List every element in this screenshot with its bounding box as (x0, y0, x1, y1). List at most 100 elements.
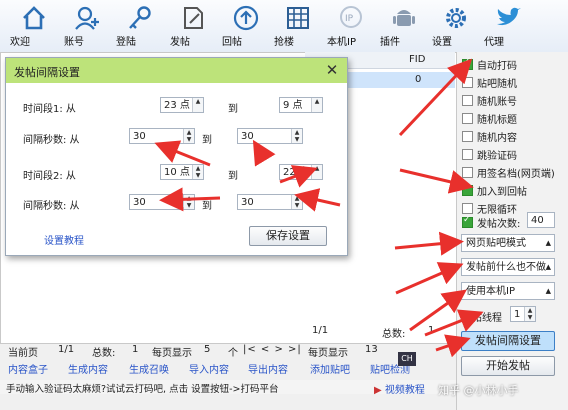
post-interval-settings-button[interactable]: 发帖间隔设置 (461, 331, 555, 351)
play-icon: ▶ (374, 385, 382, 396)
checkbox-random-forum[interactable]: 贴吧随机 (462, 75, 517, 91)
bird-icon (497, 7, 521, 26)
list-total-label: 总数: (382, 329, 406, 340)
watermark: 知乎 @小林小手 (438, 384, 519, 397)
checkbox-skip-captcha[interactable]: 跳验证码 (462, 147, 517, 163)
ip-pin-icon: IP (340, 6, 362, 28)
dialog-title: 发帖间隔设置 (14, 66, 80, 79)
toolbar: 欢迎 账号 登陆 发帖 回帖 抢楼 IP 本机IP 插件 设置 代理 (0, 0, 568, 53)
spinner-icon[interactable]: ▲ ▼ (291, 195, 302, 209)
checkbox-icon[interactable] (462, 183, 473, 196)
checkbox-icon[interactable] (462, 215, 473, 228)
toolbar-reply-button[interactable]: 回帖 (222, 0, 270, 52)
video-tutorial-link[interactable]: ▶ 视频教程 (374, 381, 425, 396)
toolbar-grab-floor-button[interactable]: 抢楼 (274, 0, 322, 52)
period2-to-input[interactable]: 22 点 ▲ (279, 164, 323, 180)
interval2-from-input[interactable]: 30 ▲ ▼ (129, 194, 195, 210)
bottom-tabs: 内容盒子 生成内容 生成召唤 导入内容 导出内容 添加贴吧 贴吧检测 (0, 359, 456, 376)
save-settings-button[interactable]: 保存设置 (249, 226, 327, 246)
threads-input[interactable]: 1 ▲ ▼ (510, 306, 536, 322)
interval2-label: 间隔秒数: 从 (23, 201, 80, 212)
gear-icon (446, 8, 466, 28)
interval1-label: 间隔秒数: 从 (23, 135, 80, 146)
checkbox-auto-captcha[interactable]: 自动打码 (462, 57, 517, 73)
period1-to-label: 到 (228, 104, 238, 115)
spinner-icon[interactable]: ▲ (311, 165, 322, 179)
list-total: 1 (428, 325, 435, 336)
tutorial-link[interactable]: 设置教程 (44, 232, 84, 247)
android-icon (393, 10, 415, 26)
interval1-to-label: 到 (202, 135, 212, 146)
total-label: 总数: (92, 348, 116, 359)
spinner-icon[interactable]: ▲ (311, 98, 322, 112)
per-page-label-2: 每页显示 (308, 348, 348, 359)
toolbar-settings-button[interactable]: 设置 (432, 0, 480, 52)
interval2-to-input[interactable]: 30 ▲ ▼ (237, 194, 303, 210)
period2-from-input[interactable]: 10 点 ▲ ▼ (160, 164, 204, 180)
toolbar-proxy-button[interactable]: 代理 (484, 0, 532, 52)
checkbox-icon[interactable] (462, 149, 473, 160)
spinner-icon[interactable]: ▲ (192, 98, 203, 112)
tab-content-box[interactable]: 内容盒子 (8, 361, 48, 376)
checkbox-use-signature[interactable]: 用签名档(网页端) (462, 165, 555, 181)
checkbox-icon[interactable] (462, 131, 473, 142)
tab-add-forum[interactable]: 添加贴吧 (310, 361, 350, 376)
period1-from-input[interactable]: 23 点 ▲ (160, 97, 204, 113)
page-nav-buttons[interactable]: |< < > >| (243, 344, 302, 355)
checkbox-icon[interactable] (462, 167, 473, 178)
add-user-icon (75, 6, 99, 30)
period2-label: 时间段2: 从 (23, 171, 76, 182)
start-posting-button[interactable]: 开始发帖 (461, 356, 555, 376)
checkbox-icon[interactable] (462, 77, 473, 88)
chevron-down-icon: ▲ (545, 239, 551, 247)
toolbar-local-ip-button[interactable]: IP 本机IP (327, 0, 375, 52)
per-page-label: 每页显示 (152, 348, 192, 359)
interval1-to-input[interactable]: 30 ▲ ▼ (237, 128, 303, 144)
interval1-from-input[interactable]: 30 ▲ ▼ (129, 128, 195, 144)
svg-text:IP: IP (345, 14, 354, 24)
checkbox-icon[interactable] (462, 95, 473, 106)
checkbox-add-to-reply[interactable]: 加入到回帖 (462, 183, 527, 199)
home-icon (23, 6, 45, 30)
spinner-icon[interactable]: ▲ ▼ (183, 129, 194, 143)
post-count-input[interactable]: 40 (527, 212, 555, 228)
list-pager: 1/1 (312, 325, 329, 336)
close-icon[interactable]: ✕ (323, 61, 341, 79)
period2-to-label: 到 (228, 171, 238, 182)
per-page-unit: 个 (228, 348, 238, 359)
ip-select[interactable]: 使用本机IP ▲ (461, 282, 555, 300)
spinner-icon[interactable]: ▲ ▼ (524, 307, 535, 321)
chevron-down-icon: ▲ (545, 287, 551, 295)
status-text: 手动输入验证码太麻烦?试试云打码吧, 点击 设置按钮->打码平台 (6, 384, 279, 395)
total-count: 1 (132, 344, 139, 355)
checkbox-random-content[interactable]: 随机内容 (462, 129, 517, 145)
checkbox-post-count[interactable]: 发帖次数: (462, 215, 520, 231)
toolbar-plugin-button[interactable]: 插件 (380, 0, 428, 52)
spinner-icon[interactable]: ▲ ▼ (291, 129, 302, 143)
checkbox-random-title[interactable]: 随机标题 (462, 111, 517, 127)
tab-generate-content[interactable]: 生成内容 (68, 361, 108, 376)
spinner-icon[interactable]: ▲ ▼ (192, 165, 203, 179)
spinner-icon[interactable]: ▲ ▼ (183, 195, 194, 209)
per-page-select-2[interactable]: 13 (365, 344, 378, 355)
checkbox-icon[interactable] (462, 203, 473, 214)
mode-select[interactable]: 网页贴吧模式 ▲ (461, 234, 555, 252)
checkbox-random-account[interactable]: 随机账号 (462, 93, 517, 109)
pager: 当前页 1/1 总数: 1 每页显示 5 个 |< < > >| 每页显示 13 (0, 342, 456, 359)
tab-import-content[interactable]: 导入内容 (189, 361, 229, 376)
period1-label: 时间段1: 从 (23, 104, 76, 115)
checkbox-icon[interactable] (462, 57, 473, 70)
toolbar-login-button[interactable]: 登陆 (116, 0, 164, 52)
toolbar-post-button[interactable]: 发帖 (170, 0, 218, 52)
per-page-select[interactable]: 5 (204, 344, 210, 355)
toolbar-account-button[interactable]: 账号 (64, 0, 112, 52)
key-icon (129, 6, 151, 29)
checkbox-icon[interactable] (462, 113, 473, 124)
post-interval-dialog: 发帖间隔设置 ✕ 时间段1: 从 23 点 ▲ 到 9 点 ▲ 间隔秒数: 从 … (5, 57, 348, 256)
before-post-select[interactable]: 发帖前什么也不做 ▲ (461, 258, 555, 276)
toolbar-welcome-button[interactable]: 欢迎 (10, 0, 58, 52)
period1-to-input[interactable]: 9 点 ▲ (279, 97, 323, 113)
tab-export-content[interactable]: 导出内容 (248, 361, 288, 376)
tab-generate-summon[interactable]: 生成召唤 (129, 361, 169, 376)
dialog-titlebar: 发帖间隔设置 ✕ (6, 58, 347, 83)
